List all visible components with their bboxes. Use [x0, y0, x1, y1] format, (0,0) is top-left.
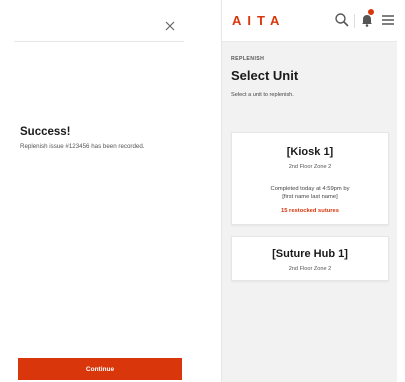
success-message-block: Success! Replenish issue #123456 has bee…	[20, 126, 170, 152]
header-divider	[354, 14, 355, 28]
unit-name: [Kiosk 1]	[286, 146, 334, 158]
continue-button[interactable]: Continue	[18, 358, 182, 380]
section-label: REPLENISH	[231, 56, 265, 62]
app-logo: AITA	[232, 13, 286, 28]
restocked-sutures-link[interactable]: 15 restocked sutures	[232, 208, 388, 214]
close-icon[interactable]	[164, 20, 176, 32]
unit-location: 2nd Floor Zone 2	[288, 164, 332, 170]
unit-card-kiosk-1[interactable]: [Kiosk 1] 2nd Floor Zone 2 Completed tod…	[231, 132, 389, 225]
select-unit-screen: AITA REPLENISH Select Unit Select a unit…	[221, 0, 397, 382]
unit-location: 2nd Floor Zone 2	[288, 266, 332, 272]
unit-name: [Suture Hub 1]	[272, 248, 348, 260]
page-title: Select Unit	[231, 68, 299, 83]
app-header: AITA	[222, 0, 397, 42]
completed-line-2: [first name last name]	[282, 193, 338, 200]
completed-info: Completed today at 4:59pm by [first name…	[232, 186, 388, 201]
search-icon[interactable]	[334, 12, 350, 28]
success-message: Replenish issue #123456 has been recorde…	[20, 143, 145, 150]
notification-badge	[368, 9, 374, 15]
success-title: Success!	[20, 126, 71, 138]
success-header	[14, 10, 184, 42]
success-screen: Success! Replenish issue #123456 has bee…	[14, 10, 184, 382]
completed-line-1: Completed today at 4:59pm by	[270, 186, 350, 192]
page-subtitle: Select a unit to replenish.	[231, 92, 294, 98]
menu-icon[interactable]	[380, 12, 396, 28]
unit-card-suture-hub-1[interactable]: [Suture Hub 1] 2nd Floor Zone 2	[231, 236, 389, 281]
